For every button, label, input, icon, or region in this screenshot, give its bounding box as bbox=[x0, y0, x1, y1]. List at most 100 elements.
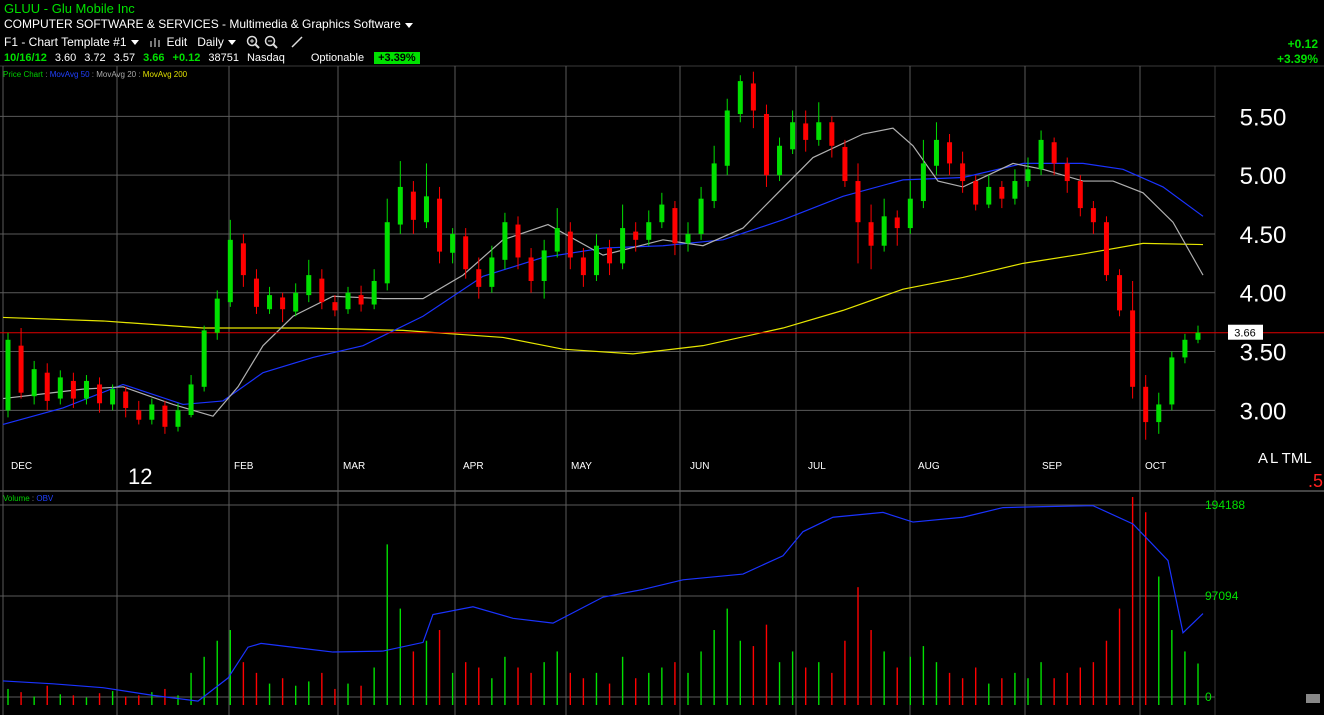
candle-body bbox=[646, 222, 652, 240]
candle-body bbox=[70, 380, 76, 399]
volume-tick-label: 97094 bbox=[1205, 589, 1239, 603]
candle-body bbox=[267, 295, 273, 310]
candle-body bbox=[960, 163, 966, 182]
price-tick-label: 3.50 bbox=[1240, 340, 1287, 367]
candle-body bbox=[240, 243, 246, 276]
candle-body bbox=[816, 122, 822, 140]
candle-body bbox=[842, 146, 848, 182]
candle-body bbox=[227, 239, 233, 303]
candle-body bbox=[1156, 404, 1162, 423]
price-tick-label: 4.50 bbox=[1240, 222, 1287, 249]
candle-body bbox=[1090, 208, 1096, 223]
candle-body bbox=[829, 122, 835, 146]
candle-body bbox=[1182, 339, 1188, 358]
candle-body bbox=[397, 186, 403, 225]
candle-body bbox=[1051, 142, 1057, 164]
month-label: OCT bbox=[1145, 461, 1166, 472]
candle-body bbox=[750, 83, 756, 111]
month-label: APR bbox=[463, 461, 484, 472]
candle-body bbox=[410, 191, 416, 220]
candle-body bbox=[253, 278, 259, 307]
candle-body bbox=[868, 222, 874, 246]
ma200-line bbox=[2, 242, 1204, 355]
candle-body bbox=[933, 139, 939, 166]
scroll-handle bbox=[1306, 694, 1320, 703]
candle-body bbox=[567, 231, 573, 258]
month-label: JUN bbox=[690, 461, 709, 472]
candle-body bbox=[920, 163, 926, 202]
candle-body bbox=[541, 250, 547, 281]
obv-line bbox=[2, 505, 1204, 702]
candle-body bbox=[293, 292, 299, 312]
candle-body bbox=[123, 391, 129, 408]
candle-body bbox=[1195, 332, 1201, 340]
candle-body bbox=[672, 208, 678, 244]
candle-body bbox=[201, 330, 207, 387]
candle-body bbox=[790, 122, 796, 150]
month-label: MAR bbox=[343, 461, 365, 472]
candle-body bbox=[463, 236, 469, 270]
candle-body bbox=[1077, 181, 1083, 209]
candle-body bbox=[476, 269, 482, 287]
candle-body bbox=[515, 224, 521, 258]
ma50-line bbox=[2, 162, 1204, 426]
candle-body bbox=[319, 278, 325, 303]
stock-chart[interactable]: 5.50 5.00 4.50 4.00 3.50 3.00 194188 97094 0 DEC F… bbox=[0, 0, 1324, 715]
candle-body bbox=[633, 231, 639, 240]
candle-body bbox=[44, 372, 50, 401]
candle-body bbox=[306, 275, 312, 296]
candle-body bbox=[1025, 169, 1031, 182]
candle-body bbox=[698, 198, 704, 234]
candle-body bbox=[777, 145, 783, 176]
month-label: FEB bbox=[234, 461, 254, 472]
candle-body bbox=[1117, 275, 1123, 311]
candle-body bbox=[685, 233, 691, 244]
candle-body bbox=[1064, 163, 1070, 182]
candle-body bbox=[214, 298, 220, 333]
month-label: MAY bbox=[571, 461, 592, 472]
candle-body bbox=[437, 198, 443, 252]
month-label: AUG bbox=[918, 461, 940, 472]
candle-body bbox=[502, 222, 508, 260]
candle-body bbox=[136, 410, 142, 420]
volume-tick-label: 0 bbox=[1205, 690, 1212, 704]
candle-body bbox=[607, 248, 613, 264]
candle-body bbox=[1143, 386, 1149, 423]
price-tick-label: 5.00 bbox=[1240, 163, 1287, 190]
candle-body bbox=[803, 123, 809, 140]
candle-body bbox=[280, 297, 286, 310]
candle-body bbox=[711, 163, 717, 202]
candle-body bbox=[1103, 222, 1109, 276]
candle-body bbox=[1169, 357, 1175, 405]
year-label: 12 bbox=[128, 464, 152, 489]
candle-body bbox=[986, 186, 992, 205]
ma20-line bbox=[2, 127, 1204, 417]
candle-body bbox=[97, 384, 103, 404]
corner-label-red: .5 bbox=[1308, 471, 1323, 491]
candle-body bbox=[737, 81, 743, 115]
candle-body bbox=[188, 384, 194, 416]
candle-body bbox=[384, 222, 390, 284]
corner-label-a: A bbox=[1258, 450, 1268, 467]
candle-body bbox=[724, 110, 730, 166]
candle-body bbox=[31, 369, 37, 397]
candle-body bbox=[371, 280, 377, 305]
candle-body bbox=[855, 181, 861, 223]
candle-body bbox=[83, 380, 89, 399]
month-label: SEP bbox=[1042, 461, 1062, 472]
candle-body bbox=[554, 228, 560, 252]
month-label: DEC bbox=[11, 461, 32, 472]
candle-body bbox=[110, 389, 116, 405]
month-label: JUL bbox=[808, 461, 826, 472]
candle-body bbox=[5, 339, 11, 411]
candle-body bbox=[881, 216, 887, 246]
candle-body bbox=[907, 198, 913, 229]
corner-label-rest: L TML bbox=[1270, 450, 1312, 467]
candle-body bbox=[947, 142, 953, 164]
candle-body bbox=[57, 377, 63, 399]
candle-body bbox=[1012, 181, 1018, 199]
candle-body bbox=[1038, 139, 1044, 170]
candle-body bbox=[593, 245, 599, 276]
candle-body bbox=[149, 404, 155, 420]
candle-body bbox=[999, 186, 1005, 199]
